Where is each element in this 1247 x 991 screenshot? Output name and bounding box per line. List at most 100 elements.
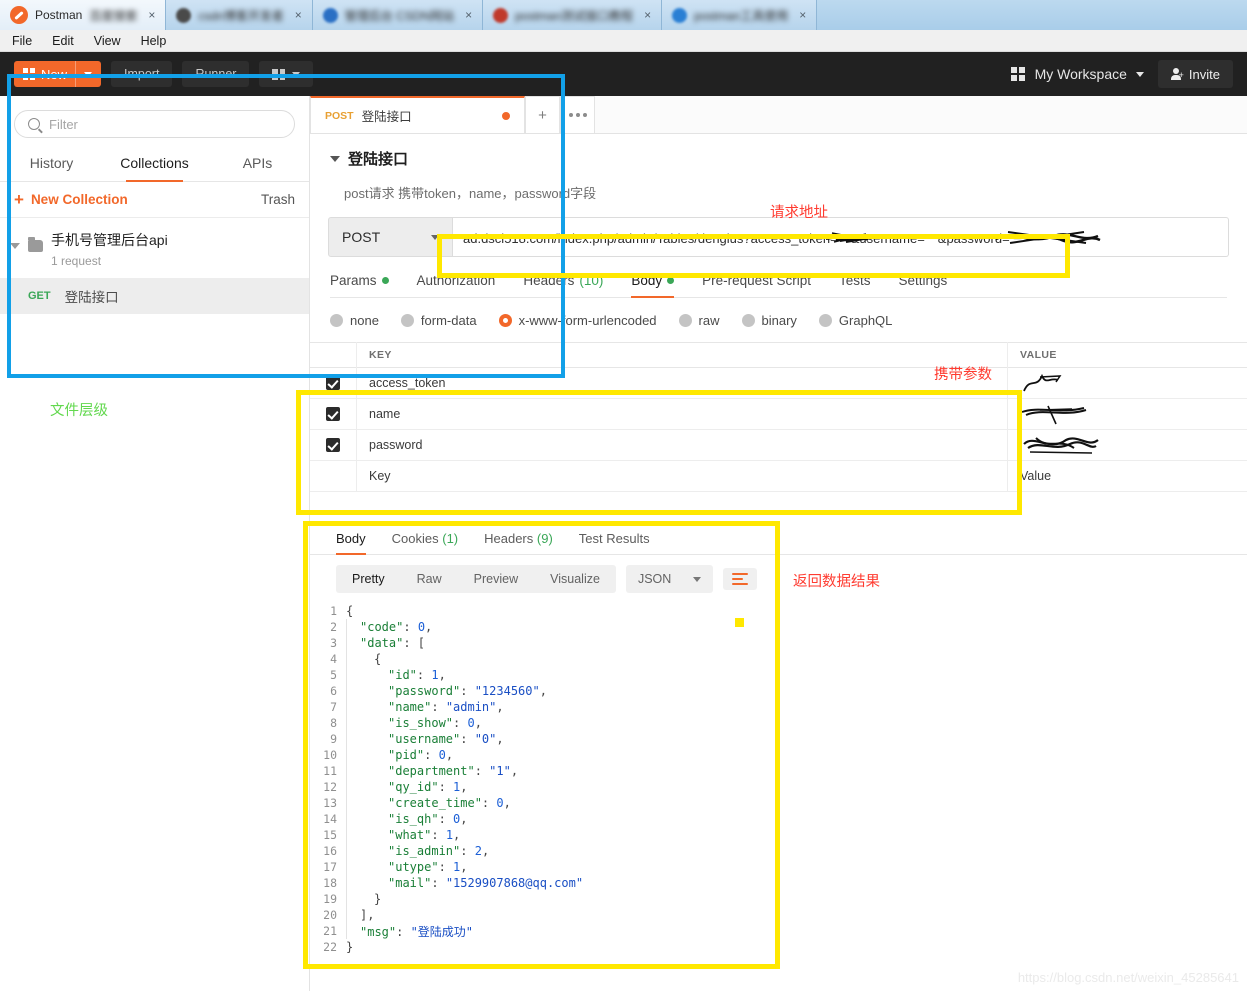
more-options-button[interactable] [560,96,595,133]
row-checkbox[interactable] [310,407,356,421]
tab-body[interactable]: Body [631,273,675,298]
close-icon[interactable]: × [295,8,302,22]
layout-button[interactable] [259,61,314,87]
tab-settings[interactable]: Settings [898,273,947,297]
code-text: "department": "1", [388,764,519,778]
method-selector[interactable]: POST [328,217,453,257]
new-button[interactable]: New [14,61,102,87]
table-row[interactable]: name [310,398,1247,430]
table-row-empty[interactable]: Key Value [310,460,1247,492]
sidebar-tab-history[interactable]: History [0,146,103,181]
indent-guide [346,635,360,651]
collection-item[interactable]: 手机号管理后台api 1 request [0,218,309,278]
body-type-form-data[interactable]: form-data [400,313,477,328]
menu-item-help[interactable]: Help [141,34,167,48]
body-type-x-www-form-urlencoded[interactable]: x-www-form-urlencoded [498,313,657,328]
sidebar-tab-collections[interactable]: Collections [103,146,206,182]
close-icon[interactable]: × [465,8,472,22]
new-collection-button[interactable]: + New Collection [14,191,128,208]
body-type-radios[interactable]: none form-data x-www-form-urlencoded raw… [330,313,1227,328]
view-mode-visualize[interactable]: Visualize [534,565,616,593]
body-type-none[interactable]: none [330,313,379,328]
runner-button[interactable]: Runner [182,61,250,87]
sidebar-tab-apis[interactable]: APIs [206,146,309,181]
tab-authorization[interactable]: Authorization [417,273,496,297]
invite-button[interactable]: + Invite [1157,60,1233,88]
response-tabs[interactable]: Body Cookies (1) Headers (9) Test Result… [310,521,1247,555]
browser-title-bar: Postman 百度搜索 × csdn博客开发者 × 管理后台 CSDN网站 ×… [0,0,1247,30]
menu-bar[interactable]: File Edit View Help [0,30,1247,52]
menu-item-file[interactable]: File [12,34,32,48]
param-key[interactable]: password [356,429,1007,461]
tab-params[interactable]: Params [330,273,389,297]
body-type-binary[interactable]: binary [741,313,797,328]
view-mode-preview[interactable]: Preview [458,565,534,593]
import-button[interactable]: Import [111,61,173,87]
workspace-selector[interactable]: My Workspace [1010,66,1144,82]
response-body-code[interactable]: 1{2 "code": 0, 3 "data": [4{5 "id": 1, 6 "pass… [310,603,1247,955]
postman-toolbar: New Import Runner My Workspace + Invite [0,52,1247,96]
chevron-down-icon[interactable] [330,155,340,162]
param-value-input[interactable]: Value [1007,460,1247,492]
tab-pre-request-script[interactable]: Pre-request Script [702,273,811,297]
param-value[interactable] [1007,398,1247,430]
response-tab-cookies[interactable]: Cookies (1) [392,531,458,554]
param-key[interactable]: name [356,398,1007,430]
sidebar-request-item[interactable]: GET 登陆接口 [0,278,309,314]
radio-selected-icon [498,314,512,327]
request-tab[interactable]: POST 登陆接口 [310,96,525,133]
param-key-input[interactable]: Key [356,460,1007,492]
code-line: 16 "is_admin": 2, [310,843,1247,859]
view-mode-group[interactable]: Pretty Raw Preview Visualize [336,565,616,593]
url-row: POST ad.dscl518.com/index.php/admin/Tabl… [328,217,1229,257]
response-tab-body[interactable]: Body [336,531,366,555]
view-mode-raw[interactable]: Raw [401,565,458,593]
redaction-scribble-icon [1021,405,1087,425]
chevron-down-icon[interactable] [84,71,93,77]
row-checkbox[interactable] [310,438,356,452]
sidebar: Filter History Collections APIs + New Co… [0,96,310,991]
response-tab-headers[interactable]: Headers (9) [484,531,553,554]
table-row[interactable]: password [310,429,1247,461]
browser-tab-strip[interactable]: Postman 百度搜索 × csdn博客开发者 × 管理后台 CSDN网站 ×… [0,0,1247,30]
format-selector[interactable]: JSON [625,565,714,593]
row-checkbox[interactable] [310,376,356,390]
code-text: "is_qh": 0, [388,812,468,826]
request-section-tabs[interactable]: Params Authorization Headers (10) Body P… [330,273,1227,298]
tab-tests[interactable]: Tests [839,273,871,297]
checkbox-checked-icon [326,407,340,421]
trash-button[interactable]: Trash [261,192,295,207]
table-row[interactable]: access_token [310,367,1247,399]
filter-placeholder: Filter [49,116,78,132]
request-title-row[interactable]: 登陆接口 [330,148,1227,169]
browser-tab-5[interactable]: postman工具使用 × [662,0,818,30]
close-icon[interactable]: × [644,8,651,22]
url-input[interactable]: ad.dscl518.com/index.php/admin/Tables/de… [453,217,1229,257]
browser-tab-postman[interactable]: Postman 百度搜索 × [0,0,167,30]
param-value[interactable] [1007,367,1247,399]
browser-tab-3[interactable]: 管理后台 CSDN网站 × [312,0,484,30]
sidebar-tabs[interactable]: History Collections APIs [0,146,309,182]
response-tab-test-results[interactable]: Test Results [579,531,650,554]
close-icon[interactable]: × [148,8,155,22]
chevron-down-icon[interactable] [10,243,20,249]
menu-item-edit[interactable]: Edit [52,34,74,48]
body-type-graphql[interactable]: GraphQL [818,313,892,328]
menu-item-view[interactable]: View [94,34,121,48]
code-text: "name": "admin", [388,700,504,714]
radio-icon [400,314,414,327]
close-icon[interactable]: × [799,8,806,22]
redaction-scribble-icon [995,231,1101,244]
browser-tab-4[interactable]: postman测试接口教程 × [483,0,663,30]
wrap-lines-button[interactable] [723,568,758,590]
favicon-icon [176,7,192,23]
view-mode-pretty[interactable]: Pretty [336,565,401,593]
filter-input[interactable]: Filter [14,110,295,138]
tab-headers[interactable]: Headers (10) [523,273,603,297]
code-line: 20], [310,907,1247,923]
browser-tab-2[interactable]: csdn博客开发者 × [166,0,313,30]
body-type-raw[interactable]: raw [678,313,720,328]
param-value[interactable] [1007,429,1247,461]
new-tab-button[interactable]: + [525,96,560,133]
param-key[interactable]: access_token [356,367,1007,399]
